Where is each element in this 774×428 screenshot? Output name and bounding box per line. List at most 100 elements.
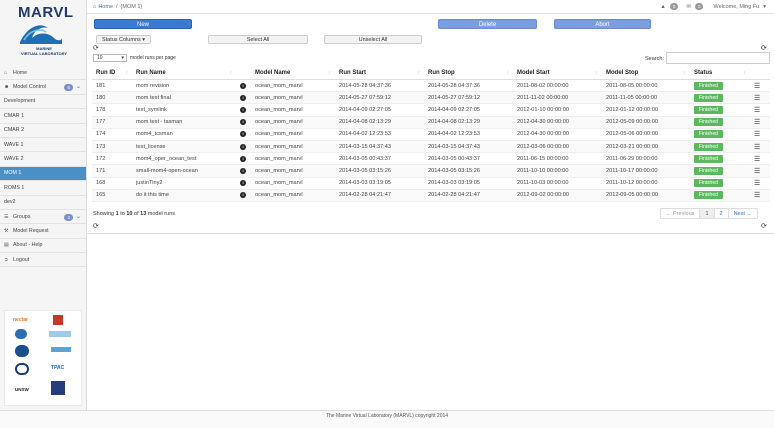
col-status[interactable]: Status ↕ bbox=[690, 67, 750, 80]
hamburger-menu-icon[interactable]: ☰ bbox=[754, 156, 760, 163]
chevron-down-icon[interactable]: ⌄ bbox=[76, 213, 81, 220]
page-1-button[interactable]: 1 bbox=[700, 209, 715, 218]
bell-icon[interactable]: ▲ bbox=[660, 4, 665, 10]
refresh-icon[interactable]: ⟳ bbox=[761, 44, 767, 52]
row-menu-cell: ☰ bbox=[750, 79, 770, 93]
table-row[interactable]: 180 mom test final i ocean_mom_marvl 2014-05… bbox=[92, 91, 770, 105]
status-cell: Finished bbox=[690, 103, 750, 117]
table-row[interactable]: 165 do it this time i ocean_mom_marvl 2014-0… bbox=[92, 189, 770, 202]
col-run-name[interactable]: Run Name ↕ bbox=[132, 67, 236, 80]
hamburger-menu-icon[interactable]: ☰ bbox=[754, 131, 760, 138]
table-row[interactable]: 171 small-mom4-open-ocean i ocean_mom_marvl… bbox=[92, 164, 770, 178]
table-row[interactable]: 174 mom4_tcsman i ocean_mom_marvl 2014-04-02… bbox=[92, 128, 770, 141]
status-cell: Finished bbox=[690, 164, 750, 178]
col-run-start[interactable]: Run Start ↕ bbox=[335, 67, 424, 80]
run-name-cell: small-mom4-open-ocean bbox=[132, 164, 236, 178]
col-model-start[interactable]: Model Start ↕ bbox=[513, 67, 602, 80]
table-row[interactable]: 172 mom4_oper_ocean_test i ocean_mom_marvl 2… bbox=[92, 152, 770, 166]
status-badge: Finished bbox=[694, 130, 723, 139]
page-2-button[interactable]: 2 bbox=[715, 209, 729, 218]
search-input[interactable] bbox=[666, 52, 770, 64]
refresh-icon[interactable]: ⟳ bbox=[761, 222, 767, 230]
model-start-cell: 2012-04-30 00:00:00 bbox=[513, 116, 602, 129]
pagination: ← Previous 1 2 Next → bbox=[660, 208, 758, 219]
table-row[interactable]: 181 mom revision i ocean_mom_marvl 2014-05-2… bbox=[92, 79, 770, 93]
model-name-cell: ocean_mom_marvl bbox=[251, 140, 335, 154]
breadcrumb-home[interactable]: Home bbox=[98, 4, 113, 10]
info-icon[interactable]: i bbox=[240, 143, 246, 150]
sidebar-item-home[interactable]: ⌂ Home bbox=[0, 66, 86, 81]
hamburger-menu-icon[interactable]: ☰ bbox=[754, 83, 760, 90]
col-run-id[interactable]: Run ID ↕ bbox=[92, 67, 132, 80]
info-icon[interactable]: i bbox=[240, 119, 246, 126]
hamburger-menu-icon[interactable]: ☰ bbox=[754, 168, 760, 175]
table-row[interactable]: 173 test_license i ocean_mom_marvl 2014-03-1… bbox=[92, 140, 770, 154]
info-icon[interactable]: i bbox=[240, 131, 246, 138]
info-cell: i bbox=[236, 152, 251, 166]
hamburger-menu-icon[interactable]: ☰ bbox=[754, 95, 760, 102]
abort-button[interactable]: Abort bbox=[554, 19, 651, 29]
sidebar-item-model-request[interactable]: ⚒ Model Request bbox=[0, 224, 86, 239]
logo-title: MARVL bbox=[18, 4, 74, 21]
hamburger-menu-icon[interactable]: ☰ bbox=[754, 192, 760, 199]
col-model-stop[interactable]: Model Stop ↕ bbox=[602, 67, 690, 80]
sidebar-item-logout[interactable]: ➲ Logout bbox=[0, 253, 86, 268]
status-cell: Finished bbox=[690, 128, 750, 141]
hamburger-menu-icon[interactable]: ☰ bbox=[754, 180, 760, 187]
marvl-logo[interactable]: MARVL MARINE VIRTUAL LABORATORY bbox=[0, 0, 86, 64]
per-page-select[interactable]: 10 ▾ bbox=[93, 54, 127, 62]
run-stop-cell: 2014-04-09 02:27:05 bbox=[424, 103, 513, 117]
refresh-icon[interactable]: ⟳ bbox=[93, 44, 99, 52]
sidebar-item-dev2[interactable]: dev2 bbox=[0, 196, 86, 210]
col-model-name[interactable]: Model Name ↕ bbox=[251, 67, 335, 80]
sidebar-item-about[interactable]: ▤ About - Help bbox=[0, 239, 86, 254]
run-id-cell: 177 bbox=[92, 116, 132, 129]
hamburger-menu-icon[interactable]: ☰ bbox=[754, 107, 760, 114]
sidebar-item-mom-1[interactable]: MOM 1 bbox=[0, 166, 86, 182]
info-icon[interactable]: i bbox=[240, 180, 246, 187]
aurin-logo bbox=[15, 345, 29, 357]
refresh-icon[interactable]: ⟳ bbox=[93, 222, 99, 230]
model-name-cell: ocean_mom_marvl bbox=[251, 91, 335, 105]
welcome-user[interactable]: Welcome, Ming Fu bbox=[713, 4, 759, 10]
sidebar-item-cmar-1[interactable]: CMAR 1 bbox=[0, 109, 86, 124]
info-icon[interactable]: i bbox=[240, 192, 246, 199]
sidebar-item-groups[interactable]: ☰ Groups 2 ⌄ bbox=[0, 210, 86, 225]
col-run-stop[interactable]: Run Stop ↕ bbox=[424, 67, 513, 80]
caret-down-icon[interactable]: ▾ bbox=[763, 4, 766, 10]
sidebar-item-wave-1[interactable]: WAVE 1 bbox=[0, 138, 86, 153]
info-icon[interactable]: i bbox=[240, 155, 246, 162]
sidebar-item-model-control[interactable]: ☻ Model Control 6 ⌄ bbox=[0, 80, 86, 95]
table-row[interactable]: 168 justinTiny2 i ocean_mom_marvl 2014-03-03… bbox=[92, 177, 770, 190]
sidebar-item-cmar-2[interactable]: CMAR 2 bbox=[0, 124, 86, 138]
chevron-down-icon[interactable]: ⌄ bbox=[76, 83, 81, 90]
sidebar-item-development[interactable]: Development bbox=[0, 95, 86, 110]
select-all-button[interactable]: Select All bbox=[208, 35, 308, 44]
unselect-all-button[interactable]: Unselect All bbox=[324, 35, 422, 44]
hamburger-menu-icon[interactable]: ☰ bbox=[754, 119, 760, 126]
sidebar-item-wave-2[interactable]: WAVE 2 bbox=[0, 152, 86, 167]
run-start-cell: 2014-04-08 02:13:29 bbox=[335, 116, 424, 129]
info-icon[interactable]: i bbox=[240, 94, 246, 101]
info-icon[interactable]: i bbox=[240, 167, 246, 174]
run-stop-cell: 2014-03-03 03:19:05 bbox=[424, 177, 513, 190]
status-badge: Finished bbox=[694, 81, 723, 90]
new-button[interactable]: New bbox=[94, 19, 192, 29]
hamburger-menu-icon[interactable]: ☰ bbox=[754, 144, 760, 151]
sort-icon: ↕ bbox=[229, 70, 233, 76]
divider bbox=[87, 233, 774, 234]
table-row[interactable]: 177 mom test - tasman i ocean_mom_marvl 2014… bbox=[92, 116, 770, 129]
delete-button[interactable]: Delete bbox=[438, 19, 537, 29]
next-page-button[interactable]: Next → bbox=[729, 209, 757, 218]
messages-badge: 0 bbox=[694, 3, 704, 10]
home-icon[interactable]: ⌂ bbox=[93, 4, 96, 10]
row-menu-cell: ☰ bbox=[750, 128, 770, 141]
nci-logo bbox=[51, 347, 71, 352]
envelope-icon[interactable]: ✉ bbox=[686, 4, 691, 10]
sidebar-item-roms-1[interactable]: ROMS 1 bbox=[0, 181, 86, 196]
previous-page-button[interactable]: ← Previous bbox=[661, 209, 701, 218]
table-row[interactable]: 178 test_symlink i ocean_mom_marvl 2014-04-0… bbox=[92, 103, 770, 117]
info-icon[interactable]: i bbox=[240, 106, 246, 113]
info-icon[interactable]: i bbox=[240, 82, 246, 89]
status-columns-button[interactable]: Status Columns ▾ bbox=[96, 35, 151, 44]
